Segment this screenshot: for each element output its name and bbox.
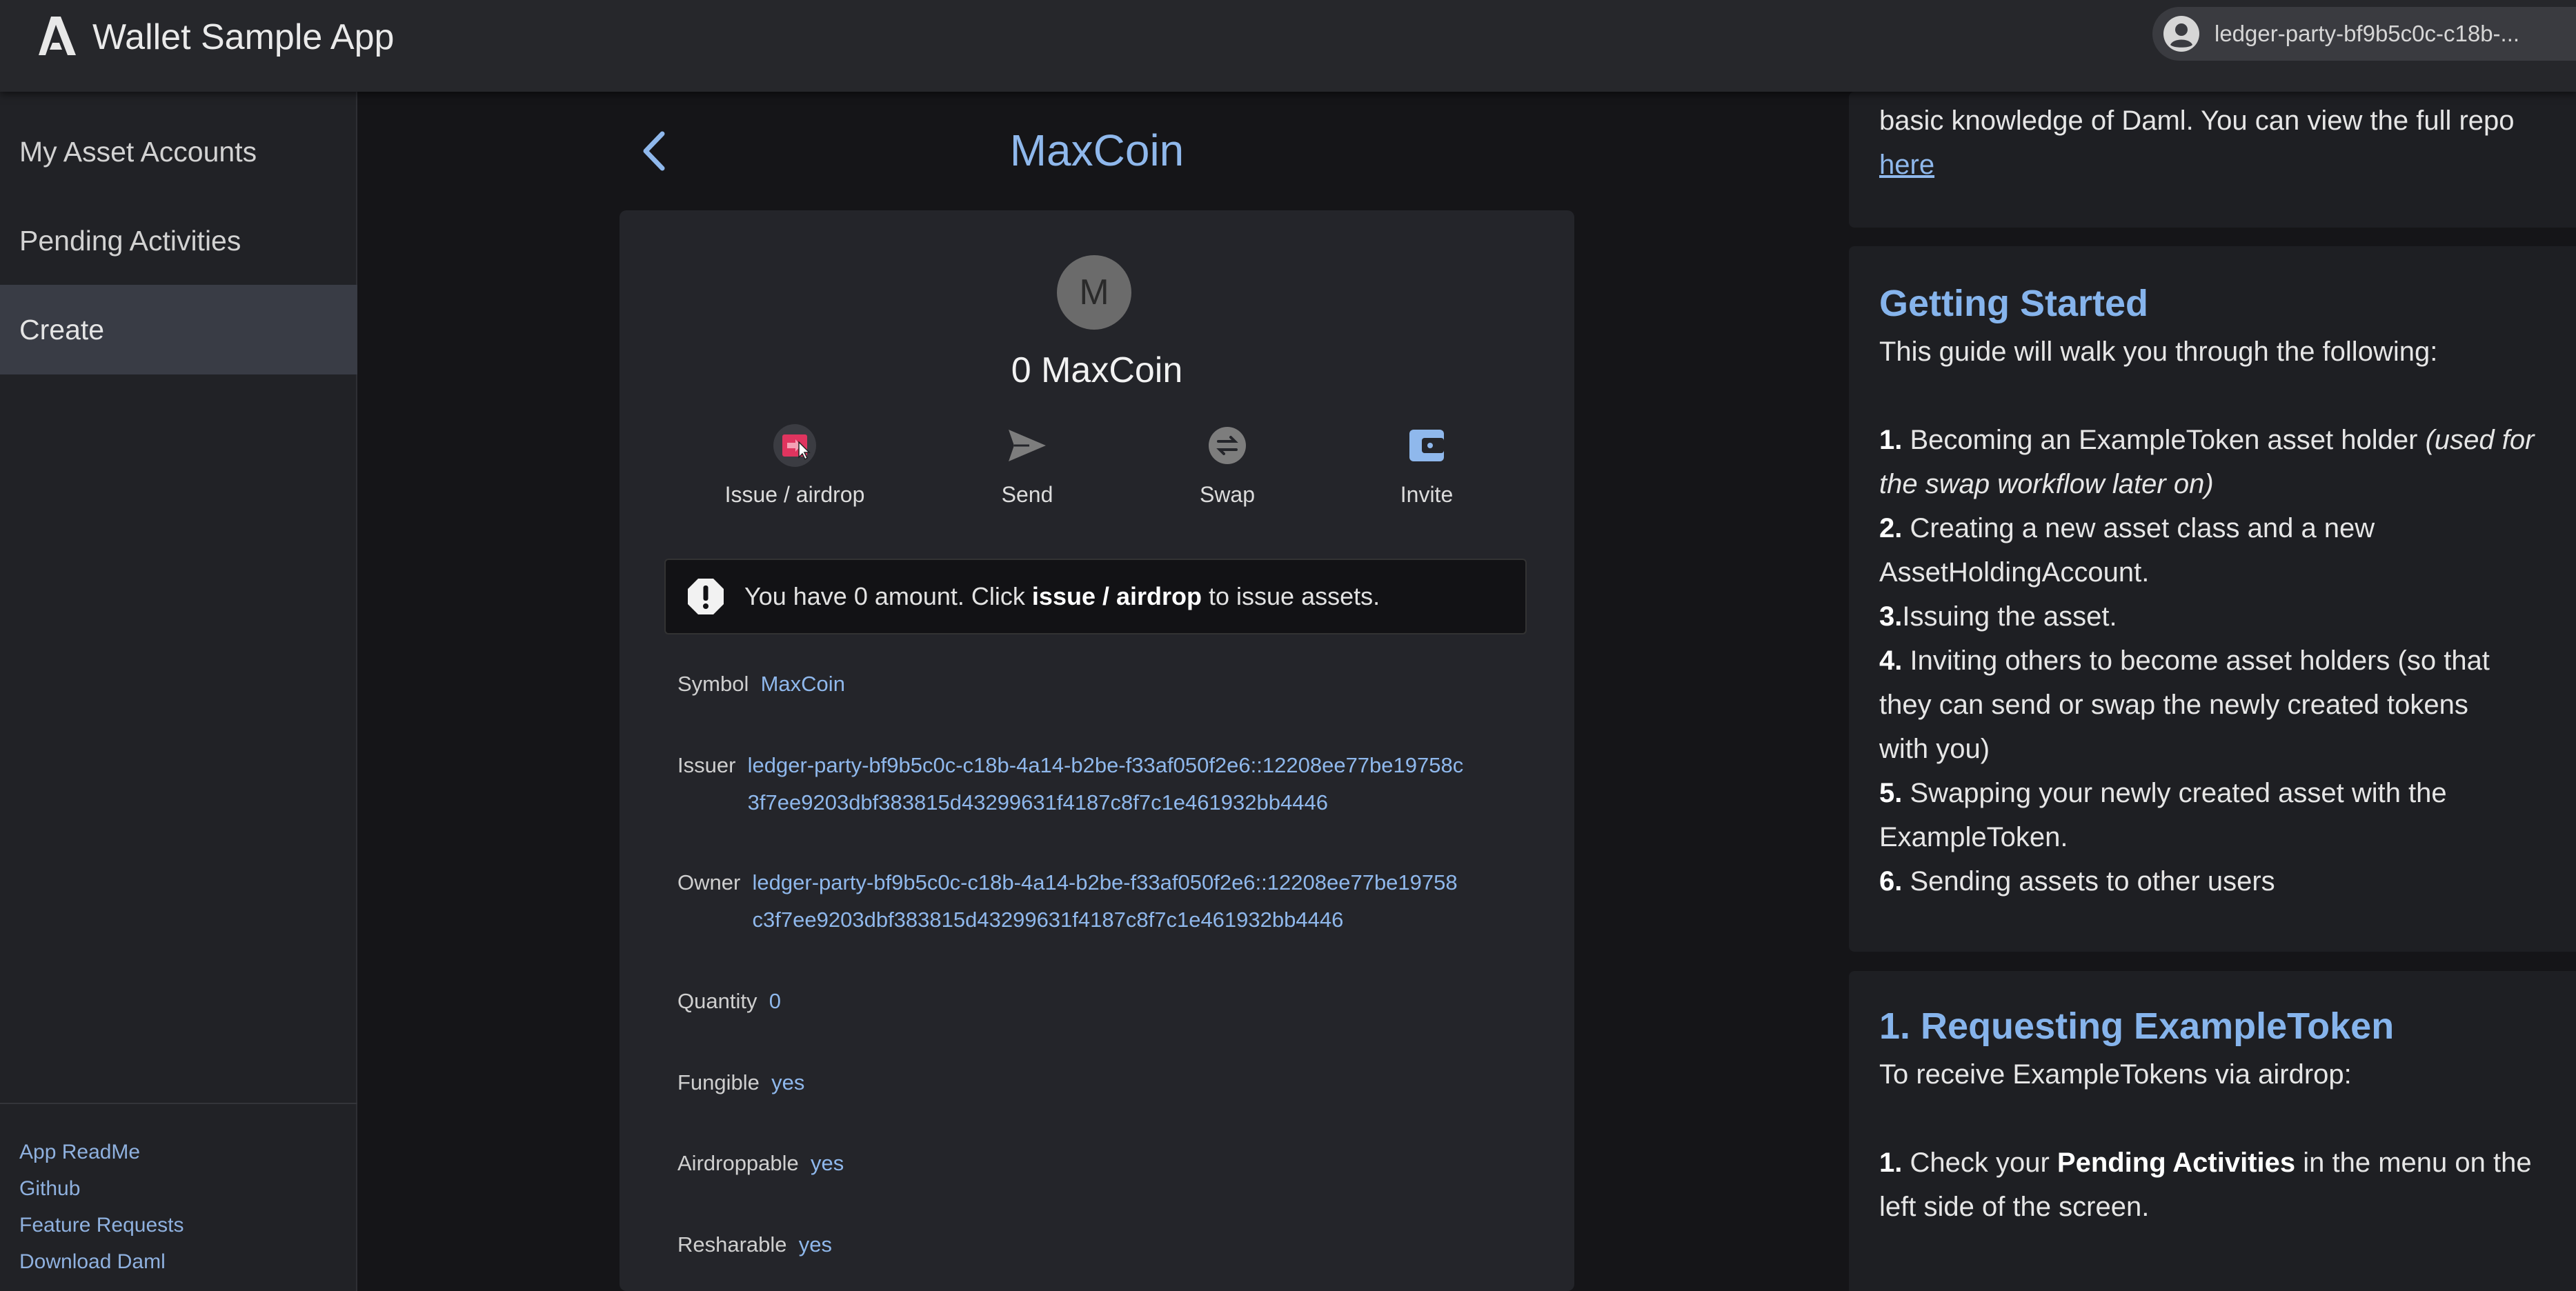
exclamation-icon — [688, 579, 724, 614]
field-symbol: Symbol MaxCoin — [677, 665, 845, 703]
sidebar: My Asset Accounts Pending Activities Cre… — [0, 92, 357, 1291]
guide-intro-text: basic knowledge of Daml. You can view th… — [1879, 106, 2515, 136]
repo-link[interactable]: here — [1879, 150, 1934, 180]
field-value: ledger-party-bf9b5c0c-c18b-4a14-b2be-f33… — [747, 753, 1464, 814]
asset-avatar: M — [1057, 255, 1131, 330]
footer-link-app-readme[interactable]: App ReadMe — [19, 1139, 140, 1166]
asset-card: M 0 MaxCoin Issue / airdrop Send Swap In… — [620, 210, 1574, 1291]
top-bar: Wallet Sample App ledger-party-bf9b5c0c-… — [0, 0, 2576, 92]
field-value: ledger-party-bf9b5c0c-c18b-4a14-b2be-f33… — [752, 870, 1458, 932]
getting-started-heading: Getting Started — [1879, 283, 2149, 324]
requesting-panel: 1. Requesting ExampleToken To receive Ex… — [1849, 971, 2576, 1291]
page-title: MaxCoin — [1009, 126, 1185, 175]
sidebar-item-my-asset-accounts[interactable]: My Asset Accounts — [0, 107, 357, 197]
swap-label: Swap — [1199, 482, 1256, 507]
send-label: Send — [1001, 482, 1053, 507]
alert-text: You have 0 amount. Click issue / airdrop… — [744, 582, 1380, 610]
requesting-heading: 1. Requesting ExampleToken — [1879, 1005, 2395, 1047]
guide-step-6: 6. Sending assets to other users — [1879, 866, 2275, 897]
asset-balance: 0 MaxCoin — [1011, 350, 1183, 390]
swap-button[interactable]: Swap — [1138, 424, 1317, 508]
user-account-button[interactable]: ledger-party-bf9b5c0c-c18b-... — [2152, 7, 2576, 61]
footer-link-feature-requests[interactable]: Feature Requests — [19, 1212, 184, 1239]
requesting-lead: To receive ExampleTokens via airdrop: — [1879, 1059, 2352, 1090]
sidebar-divider — [0, 1103, 357, 1104]
field-value: yes — [771, 1070, 805, 1094]
guide-step-2: 2. Creating a new asset class and a new A… — [1879, 513, 2375, 588]
guide-intro-panel: basic knowledge of Daml. You can view th… — [1849, 92, 2576, 228]
app-title: Wallet Sample App — [92, 17, 395, 57]
getting-started-lead: This guide will walk you through the fol… — [1879, 337, 2438, 367]
alert-bold-text: issue / airdrop — [1031, 582, 1202, 610]
account-circle-icon — [2163, 16, 2199, 52]
empty-balance-alert: You have 0 amount. Click issue / airdrop… — [664, 559, 1527, 634]
guide-step-4: 4. Inviting others to become asset holde… — [1879, 646, 2490, 764]
field-label: Issuer — [677, 753, 736, 777]
field-value: 0 — [769, 989, 781, 1013]
footer-link-github[interactable]: Github — [19, 1175, 80, 1203]
field-owner: Owner ledger-party-bf9b5c0c-c18b-4a14-b2… — [677, 864, 1458, 939]
swap-icon — [1209, 427, 1246, 464]
field-label: Resharable — [677, 1232, 787, 1257]
wallet-icon — [1409, 430, 1444, 461]
field-issuer: Issuer ledger-party-bf9b5c0c-c18b-4a14-b… — [677, 747, 1463, 821]
chevron-left-icon[interactable] — [637, 130, 672, 172]
field-airdroppable: Airdroppable yes — [677, 1145, 844, 1182]
getting-started-panel: Getting Started This guide will walk you… — [1849, 246, 2576, 952]
field-value: MaxCoin — [760, 672, 845, 696]
sidebar-item-pending-activities[interactable]: Pending Activities — [0, 196, 357, 286]
requesting-step-1: 1. Check your Pending Activities in the … — [1879, 1148, 2532, 1222]
field-label: Airdroppable — [677, 1151, 799, 1175]
issue-airdrop-button[interactable]: Issue / airdrop — [705, 424, 884, 508]
guide-step-1: 1. Becoming an ExampleToken asset holder… — [1879, 425, 2535, 499]
daml-logo-icon[interactable] — [36, 15, 77, 57]
guide-step-3: 3.Issuing the asset. — [1879, 601, 2117, 632]
footer-link-download-daml[interactable]: Download Daml — [19, 1248, 166, 1276]
send-button[interactable]: Send — [938, 424, 1117, 508]
field-quantity: Quantity 0 — [677, 983, 781, 1020]
invite-button[interactable]: Invite — [1337, 424, 1516, 508]
invite-label: Invite — [1400, 482, 1454, 507]
app-root: Wallet Sample App ledger-party-bf9b5c0c-… — [0, 0, 2576, 1291]
field-label: Owner — [677, 870, 741, 894]
field-fungible: Fungible yes — [677, 1064, 804, 1101]
field-label: Fungible — [677, 1070, 760, 1094]
issue-icon — [773, 424, 816, 467]
field-value: yes — [798, 1232, 833, 1257]
user-name: ledger-party-bf9b5c0c-c18b-... — [2215, 21, 2520, 46]
sidebar-item-create[interactable]: Create — [0, 285, 357, 374]
field-label: Quantity — [677, 989, 757, 1013]
field-resharable: Resharable yes — [677, 1226, 832, 1263]
guide-step-5: 5. Swapping your newly created asset wit… — [1879, 778, 2447, 852]
field-value: yes — [811, 1151, 844, 1175]
field-label: Symbol — [677, 672, 749, 696]
send-icon — [1009, 430, 1046, 461]
issue-airdrop-label: Issue / airdrop — [724, 482, 865, 507]
